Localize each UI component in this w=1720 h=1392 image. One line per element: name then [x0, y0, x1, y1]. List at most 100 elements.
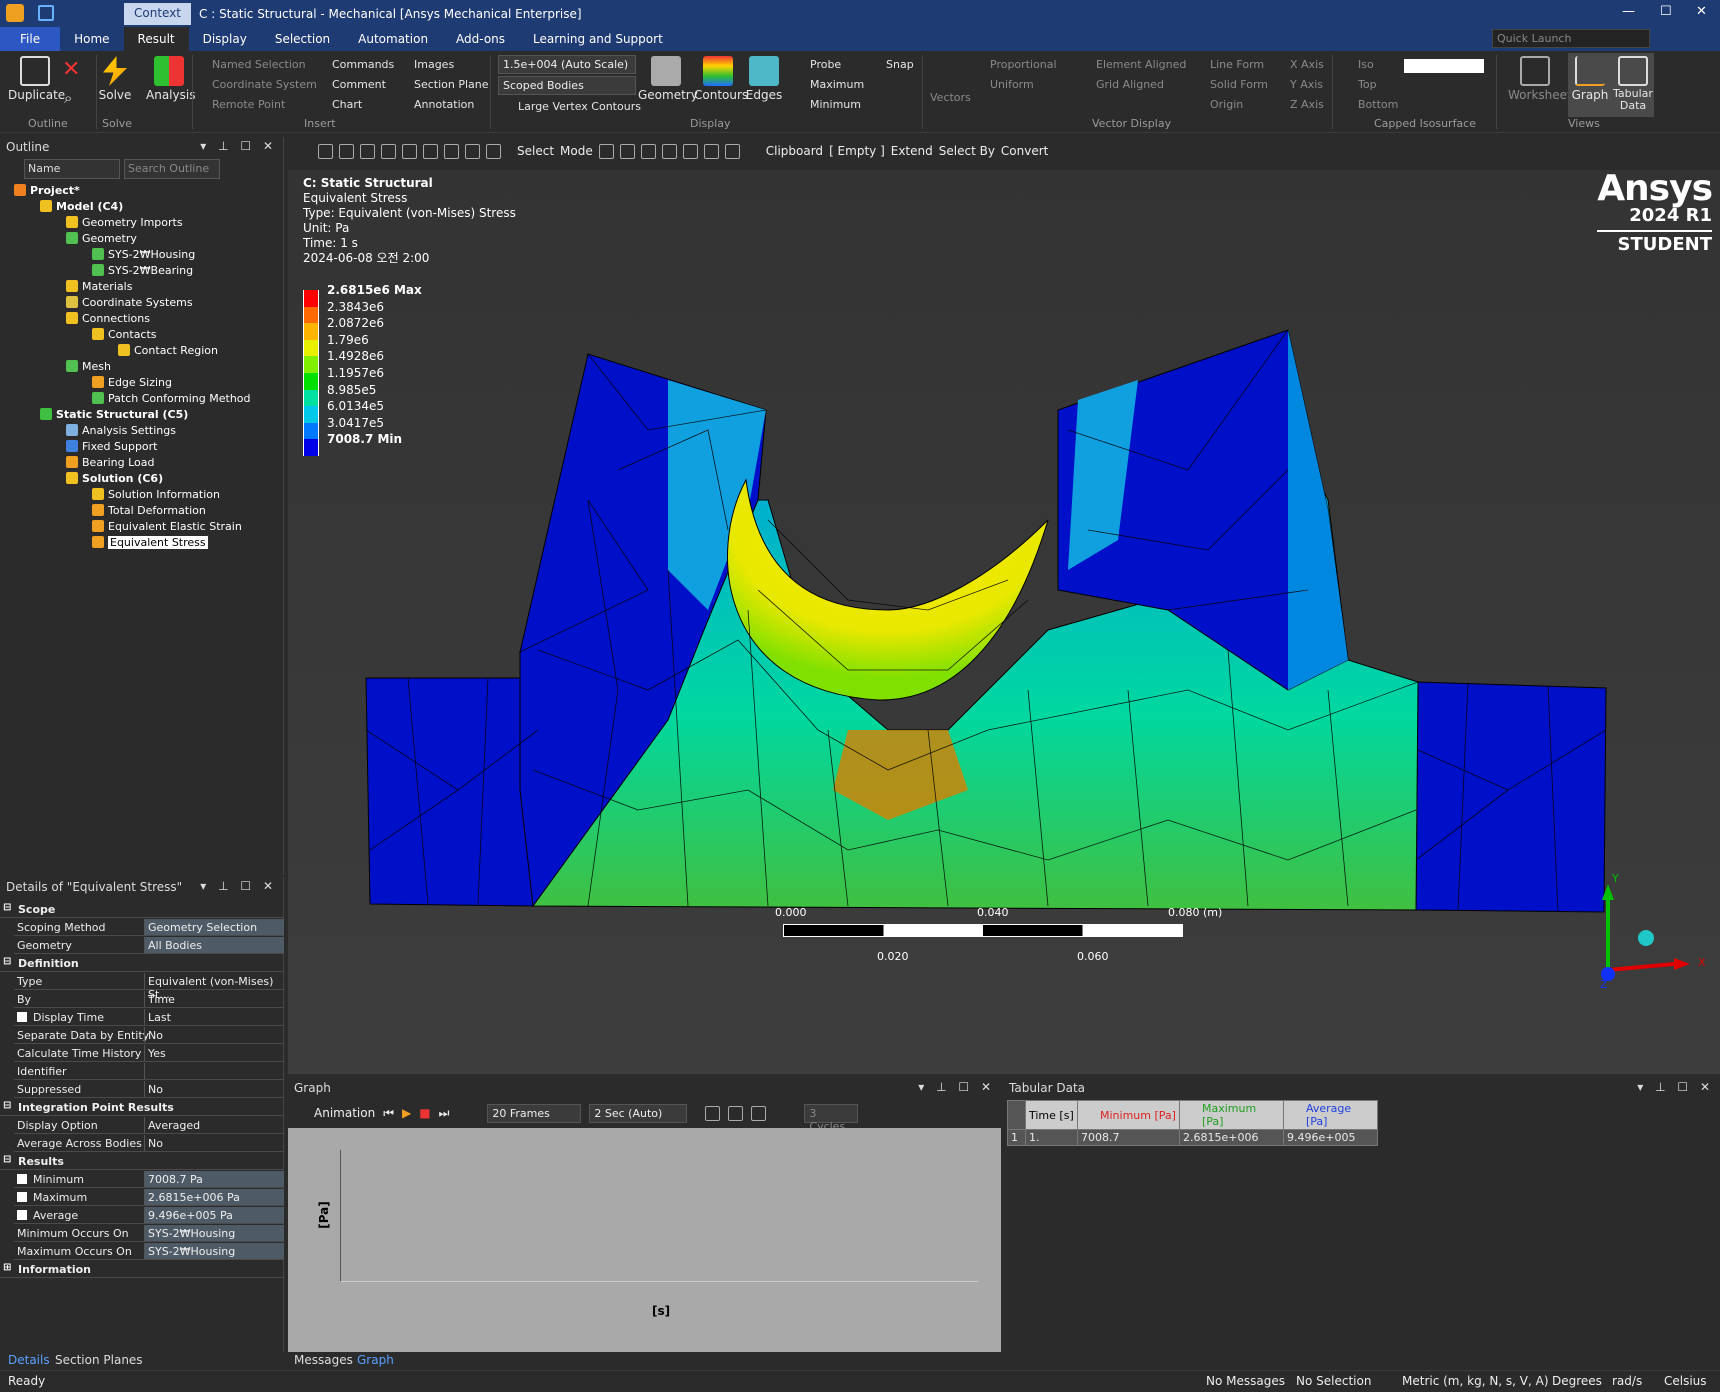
- checkbox[interactable]: [17, 1210, 27, 1220]
- tabular-pane-controls[interactable]: ▾ ⊥ ☐ ✕: [1637, 1080, 1714, 1094]
- tree-item[interactable]: Model (C4): [40, 199, 123, 215]
- expand-icon[interactable]: ⊟: [3, 1100, 11, 1111]
- details-value[interactable]: 9.496e+005 Pa: [144, 1207, 284, 1223]
- menu-selection[interactable]: Selection: [261, 27, 344, 51]
- iso-button[interactable]: Iso: [1358, 58, 1374, 71]
- details-row[interactable]: Average 9.496e+005 Pa: [14, 1207, 284, 1224]
- status-temp[interactable]: Celsius: [1664, 1374, 1707, 1388]
- select-element-icon[interactable]: [703, 143, 719, 159]
- grid-aligned-button[interactable]: Grid Aligned: [1096, 78, 1164, 91]
- status-units[interactable]: Metric (m, kg, N, s, V, A): [1402, 1374, 1549, 1388]
- menu-addons[interactable]: Add-ons: [442, 27, 519, 51]
- element-aligned-button[interactable]: Element Aligned: [1096, 58, 1186, 71]
- tree-item[interactable]: Contact Region: [118, 343, 218, 359]
- select-body-icon[interactable]: [661, 143, 677, 159]
- status-messages[interactable]: No Messages: [1206, 1374, 1285, 1388]
- select-vertex-icon[interactable]: [598, 143, 614, 159]
- tree-item[interactable]: Edge Sizing: [92, 375, 172, 391]
- select-by-dropdown[interactable]: Select By: [939, 144, 995, 158]
- rotate-icon[interactable]: [402, 143, 417, 159]
- export-video-icon[interactable]: [751, 1105, 767, 1121]
- details-value[interactable]: Last: [144, 1009, 284, 1025]
- checkbox[interactable]: [17, 1012, 27, 1022]
- details-row[interactable]: Scoping Method Geometry Selection: [14, 919, 284, 936]
- maximum-button[interactable]: Maximum: [810, 78, 864, 91]
- clipboard-dropdown[interactable]: Clipboard: [766, 144, 823, 158]
- details-section[interactable]: Integration Point Results ⊟: [0, 1099, 284, 1116]
- details-value[interactable]: Averaged: [144, 1117, 284, 1133]
- details-value[interactable]: Equivalent (von-Mises) St...: [144, 973, 284, 1001]
- last-frame-icon[interactable]: ⏭: [439, 1106, 450, 1121]
- tree-item[interactable]: Fixed Support: [66, 439, 158, 455]
- solve-button[interactable]: Solve: [98, 53, 132, 102]
- frames-dropdown[interactable]: 20 Frames: [487, 1103, 582, 1123]
- expand-icon[interactable]: ⊟: [3, 902, 11, 913]
- tree-item[interactable]: Project*: [14, 183, 80, 199]
- details-value[interactable]: All Bodies: [144, 937, 284, 953]
- worksheet-button[interactable]: Worksheet: [1508, 53, 1572, 102]
- tree-item[interactable]: Total Deformation: [92, 503, 206, 519]
- tree-item[interactable]: Coordinate Systems: [66, 295, 193, 311]
- pan-icon[interactable]: [423, 143, 438, 159]
- duplicate-button[interactable]: Duplicate: [8, 53, 65, 102]
- convert-dropdown[interactable]: Convert: [1001, 144, 1048, 158]
- zoom-out-icon[interactable]: [339, 143, 354, 159]
- details-pane-controls[interactable]: ▾ ⊥ ☐ ✕: [200, 879, 277, 893]
- details-row[interactable]: Display Option Averaged: [14, 1117, 284, 1134]
- status-degrees[interactable]: Degrees: [1552, 1374, 1602, 1388]
- tree-item[interactable]: Equivalent Elastic Strain: [92, 519, 242, 535]
- tree-item[interactable]: Contacts: [92, 327, 157, 343]
- tab-section-planes[interactable]: Section Planes: [55, 1353, 143, 1367]
- details-row[interactable]: Maximum Occurs On SYS-2₩Housing: [14, 1243, 284, 1260]
- zoom-icon[interactable]: [444, 143, 459, 159]
- contours-button[interactable]: Contours: [694, 53, 748, 102]
- cell-minimum[interactable]: 7008.7: [1077, 1129, 1180, 1146]
- details-row[interactable]: Geometry All Bodies: [14, 937, 284, 954]
- tree-item[interactable]: Materials: [66, 279, 132, 295]
- edges-button[interactable]: Edges: [742, 53, 786, 102]
- origin-button[interactable]: Origin: [1210, 98, 1243, 111]
- details-value[interactable]: Yes: [144, 1045, 284, 1061]
- bottom-button[interactable]: Bottom: [1358, 98, 1398, 111]
- play-icon[interactable]: ▶: [402, 1106, 411, 1120]
- maximize-button[interactable]: ☐: [1660, 4, 1672, 19]
- expand-icon[interactable]: ⊟: [3, 1154, 11, 1165]
- legend-icon[interactable]: [728, 1105, 744, 1121]
- details-section[interactable]: Information ⊞: [0, 1261, 284, 1278]
- minimize-button[interactable]: —: [1622, 4, 1635, 19]
- annotation-button[interactable]: Annotation: [414, 98, 474, 111]
- top-button[interactable]: Top: [1358, 78, 1377, 91]
- graph-plot[interactable]: [Pa] [s]: [288, 1128, 1001, 1352]
- details-section[interactable]: Results ⊟: [0, 1153, 284, 1170]
- z-axis-button[interactable]: Z Axis: [1290, 98, 1324, 111]
- snap-checkbox[interactable]: Snap: [886, 58, 914, 71]
- tree-item[interactable]: Patch Conforming Method: [92, 391, 251, 407]
- tree-item[interactable]: Static Structural (C5): [40, 407, 188, 423]
- menu-display[interactable]: Display: [189, 27, 261, 51]
- images-button[interactable]: Images: [414, 58, 454, 71]
- tree-item[interactable]: Solution Information: [92, 487, 220, 503]
- uniform-button[interactable]: Uniform: [990, 78, 1034, 91]
- axis-triad[interactable]: X Y Z: [1586, 870, 1706, 990]
- expand-icon[interactable]: ⊞: [3, 1262, 11, 1273]
- select-edge-icon[interactable]: [619, 143, 635, 159]
- probe-button[interactable]: Probe: [810, 58, 841, 71]
- zoom-fit-icon[interactable]: [318, 143, 333, 159]
- cell-maximum[interactable]: 2.6815e+006: [1179, 1129, 1284, 1146]
- close-button[interactable]: ✕: [1696, 4, 1707, 19]
- details-row[interactable]: Identifier: [14, 1063, 284, 1080]
- tab-graph[interactable]: Graph: [357, 1353, 394, 1367]
- details-value[interactable]: 7008.7 Pa: [144, 1171, 284, 1187]
- tabular-data-button[interactable]: Tabular Data: [1612, 53, 1654, 117]
- checkbox[interactable]: [17, 1192, 27, 1202]
- outline-search-input[interactable]: Search Outline: [124, 159, 220, 179]
- coordinate-system-button[interactable]: Coordinate System: [212, 78, 317, 91]
- graph-pane-controls[interactable]: ▾ ⊥ ☐ ✕: [918, 1080, 995, 1094]
- minimum-button[interactable]: Minimum: [810, 98, 861, 111]
- details-section[interactable]: Scope ⊟: [0, 901, 284, 918]
- chart-button[interactable]: Chart: [332, 98, 362, 111]
- isosurface-slider[interactable]: [1404, 59, 1484, 73]
- details-row[interactable]: Separate Data by Entity No: [14, 1027, 284, 1044]
- section-plane-button[interactable]: Section Plane: [414, 78, 489, 91]
- col-time[interactable]: Time [s]: [1025, 1100, 1078, 1130]
